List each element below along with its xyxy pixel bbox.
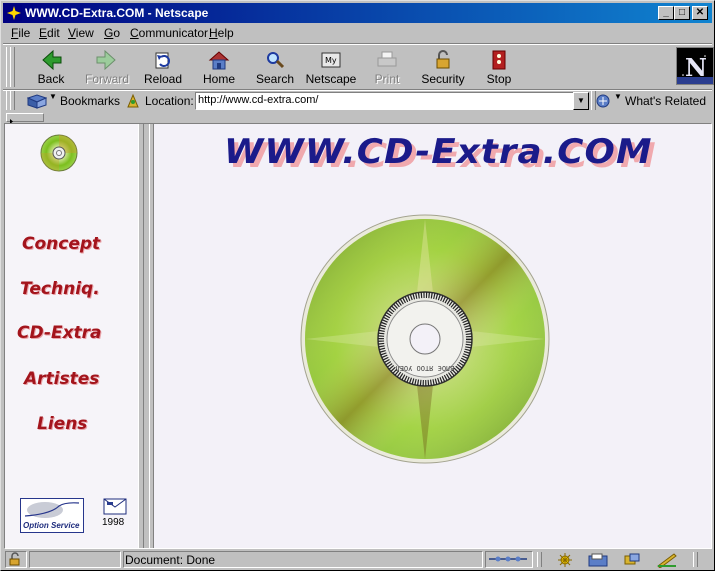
menu-file[interactable]: File — [11, 26, 30, 40]
connection-icon — [489, 556, 527, 562]
nav-link-liens[interactable]: Liens — [37, 414, 87, 434]
collapsed-toolbar-strip — [3, 113, 712, 124]
stop-label: Stop — [486, 72, 512, 86]
menu-bar: File Edit View Go Communicator Help — [3, 24, 712, 43]
mail-icon[interactable] — [103, 498, 127, 515]
svg-text:My: My — [325, 56, 337, 65]
status-bar: Document: Done — [3, 550, 712, 569]
frame-divider[interactable] — [138, 124, 154, 548]
home-label: Home — [202, 72, 235, 86]
reload-icon — [155, 52, 170, 69]
browser-window: WWW.CD-Extra.COM - Netscape _ □ ✕ File E… — [0, 0, 715, 571]
netscape-label: Netscape — [305, 72, 357, 86]
nav-link-techniq[interactable]: Techniq. — [20, 279, 100, 299]
bookmarks-label: Bookmarks — [60, 94, 121, 108]
netscape-logo[interactable]: N — [676, 47, 714, 85]
bookmarks-dropdown-arrow-icon: ▼ — [49, 92, 57, 101]
stop-button[interactable]: Stop — [473, 47, 525, 87]
main-frame: WWW.CD-Extra.COM ВЛОЄ ЯТОО УОЕЛ — [154, 124, 711, 548]
discussions-icon[interactable] — [623, 552, 641, 568]
home-button[interactable]: Home — [193, 47, 245, 87]
close-button[interactable]: ✕ — [692, 6, 708, 20]
online-status-box[interactable] — [485, 551, 533, 568]
print-label: Print — [374, 72, 400, 86]
netscape-n-icon: N — [677, 48, 713, 84]
forward-arrow-icon — [96, 49, 116, 71]
page-content: Concept Techniq. CD-Extra Artistes Liens… — [4, 123, 712, 549]
title-bar[interactable]: WWW.CD-Extra.COM - Netscape _ □ ✕ — [3, 3, 712, 23]
netscape-app-icon — [6, 5, 22, 21]
bookmarks-icon — [27, 94, 47, 109]
minimize-button[interactable]: _ — [658, 6, 674, 20]
related-dropdown-arrow-icon: ▼ — [614, 92, 622, 101]
back-button[interactable]: Back — [25, 47, 77, 87]
location-grip-2 — [10, 91, 15, 110]
maximize-button[interactable]: □ — [674, 6, 690, 20]
whats-related-icon — [596, 94, 610, 108]
page-proxy-icon[interactable] — [125, 93, 141, 109]
my-netscape-icon: My — [321, 52, 341, 68]
search-button[interactable]: Search — [249, 47, 301, 87]
menu-communicator[interactable]: Communicator — [130, 26, 208, 40]
print-button[interactable]: Print — [361, 47, 413, 87]
menu-view[interactable]: View — [68, 26, 94, 40]
year-label: 1998 — [102, 517, 125, 528]
toolbar-grip-2 — [10, 47, 15, 87]
stop-icon — [492, 50, 506, 70]
nav-link-concept[interactable]: Concept — [22, 234, 100, 254]
cd-disc-image: ВЛОЄ ЯТОО УОЕЛ — [300, 214, 550, 464]
small-cd-icon[interactable] — [39, 133, 79, 173]
menu-help[interactable]: Help — [209, 26, 234, 40]
collapsed-toolbar-tab[interactable] — [6, 113, 44, 124]
navigator-icon[interactable] — [556, 552, 574, 568]
location-input[interactable]: http://www.cd-extra.com/ — [195, 92, 588, 110]
back-arrow-icon — [42, 49, 62, 71]
netscape-button[interactable]: My Netscape — [305, 47, 357, 87]
resize-grip[interactable] — [693, 552, 698, 567]
option-service-swoosh-icon — [24, 502, 80, 518]
menu-go[interactable]: Go — [104, 26, 120, 40]
nav-link-cd-extra[interactable]: CD-Extra — [17, 323, 102, 343]
nav-link-artistes[interactable]: Artistes — [24, 369, 99, 389]
window-title: WWW.CD-Extra.COM - Netscape — [25, 6, 209, 20]
location-dropdown-button[interactable]: ▼ — [573, 92, 589, 110]
security-status-box[interactable] — [5, 551, 27, 568]
component-bar-grip[interactable] — [537, 552, 542, 567]
search-label: Search — [255, 72, 295, 86]
home-icon — [208, 51, 230, 70]
padlock-icon — [436, 50, 450, 69]
site-title: WWW.CD-Extra.COM — [224, 132, 653, 172]
printer-icon — [377, 51, 397, 67]
composer-icon[interactable] — [656, 552, 678, 568]
security-label: Security — [421, 72, 465, 86]
bookmarks-button[interactable]: ▼ Bookmarks — [27, 92, 121, 110]
navigation-frame: Concept Techniq. CD-Extra Artistes Liens… — [5, 124, 138, 548]
option-service-logo[interactable]: Option Service — [20, 498, 84, 533]
forward-button[interactable]: Forward — [81, 47, 133, 87]
location-label: Location: — [145, 94, 194, 108]
menu-edit[interactable]: Edit — [39, 26, 60, 40]
mailbox-icon[interactable] — [587, 552, 609, 568]
option-service-text: Option Service — [23, 521, 80, 530]
progress-box — [29, 551, 121, 568]
security-button[interactable]: Security — [417, 47, 469, 87]
status-text: Document: Done — [125, 553, 216, 567]
unlocked-padlock-icon — [9, 552, 20, 566]
navigation-toolbar: Back Forward Reload Home Search My Netsc… — [3, 45, 714, 89]
forward-label: Forward — [84, 72, 129, 86]
whats-related-label: What's Related — [625, 94, 706, 108]
location-toolbar: ▼ Bookmarks Location: http://www.cd-extr… — [3, 90, 712, 112]
disc-hub-text: ВЛОЄ ЯТОО УОЕЛ — [395, 364, 454, 372]
search-icon — [267, 52, 285, 69]
back-label: Back — [37, 72, 65, 86]
reload-button[interactable]: Reload — [137, 47, 189, 87]
reload-label: Reload — [143, 72, 183, 86]
whats-related-button[interactable]: ▼ What's Related — [595, 92, 710, 110]
